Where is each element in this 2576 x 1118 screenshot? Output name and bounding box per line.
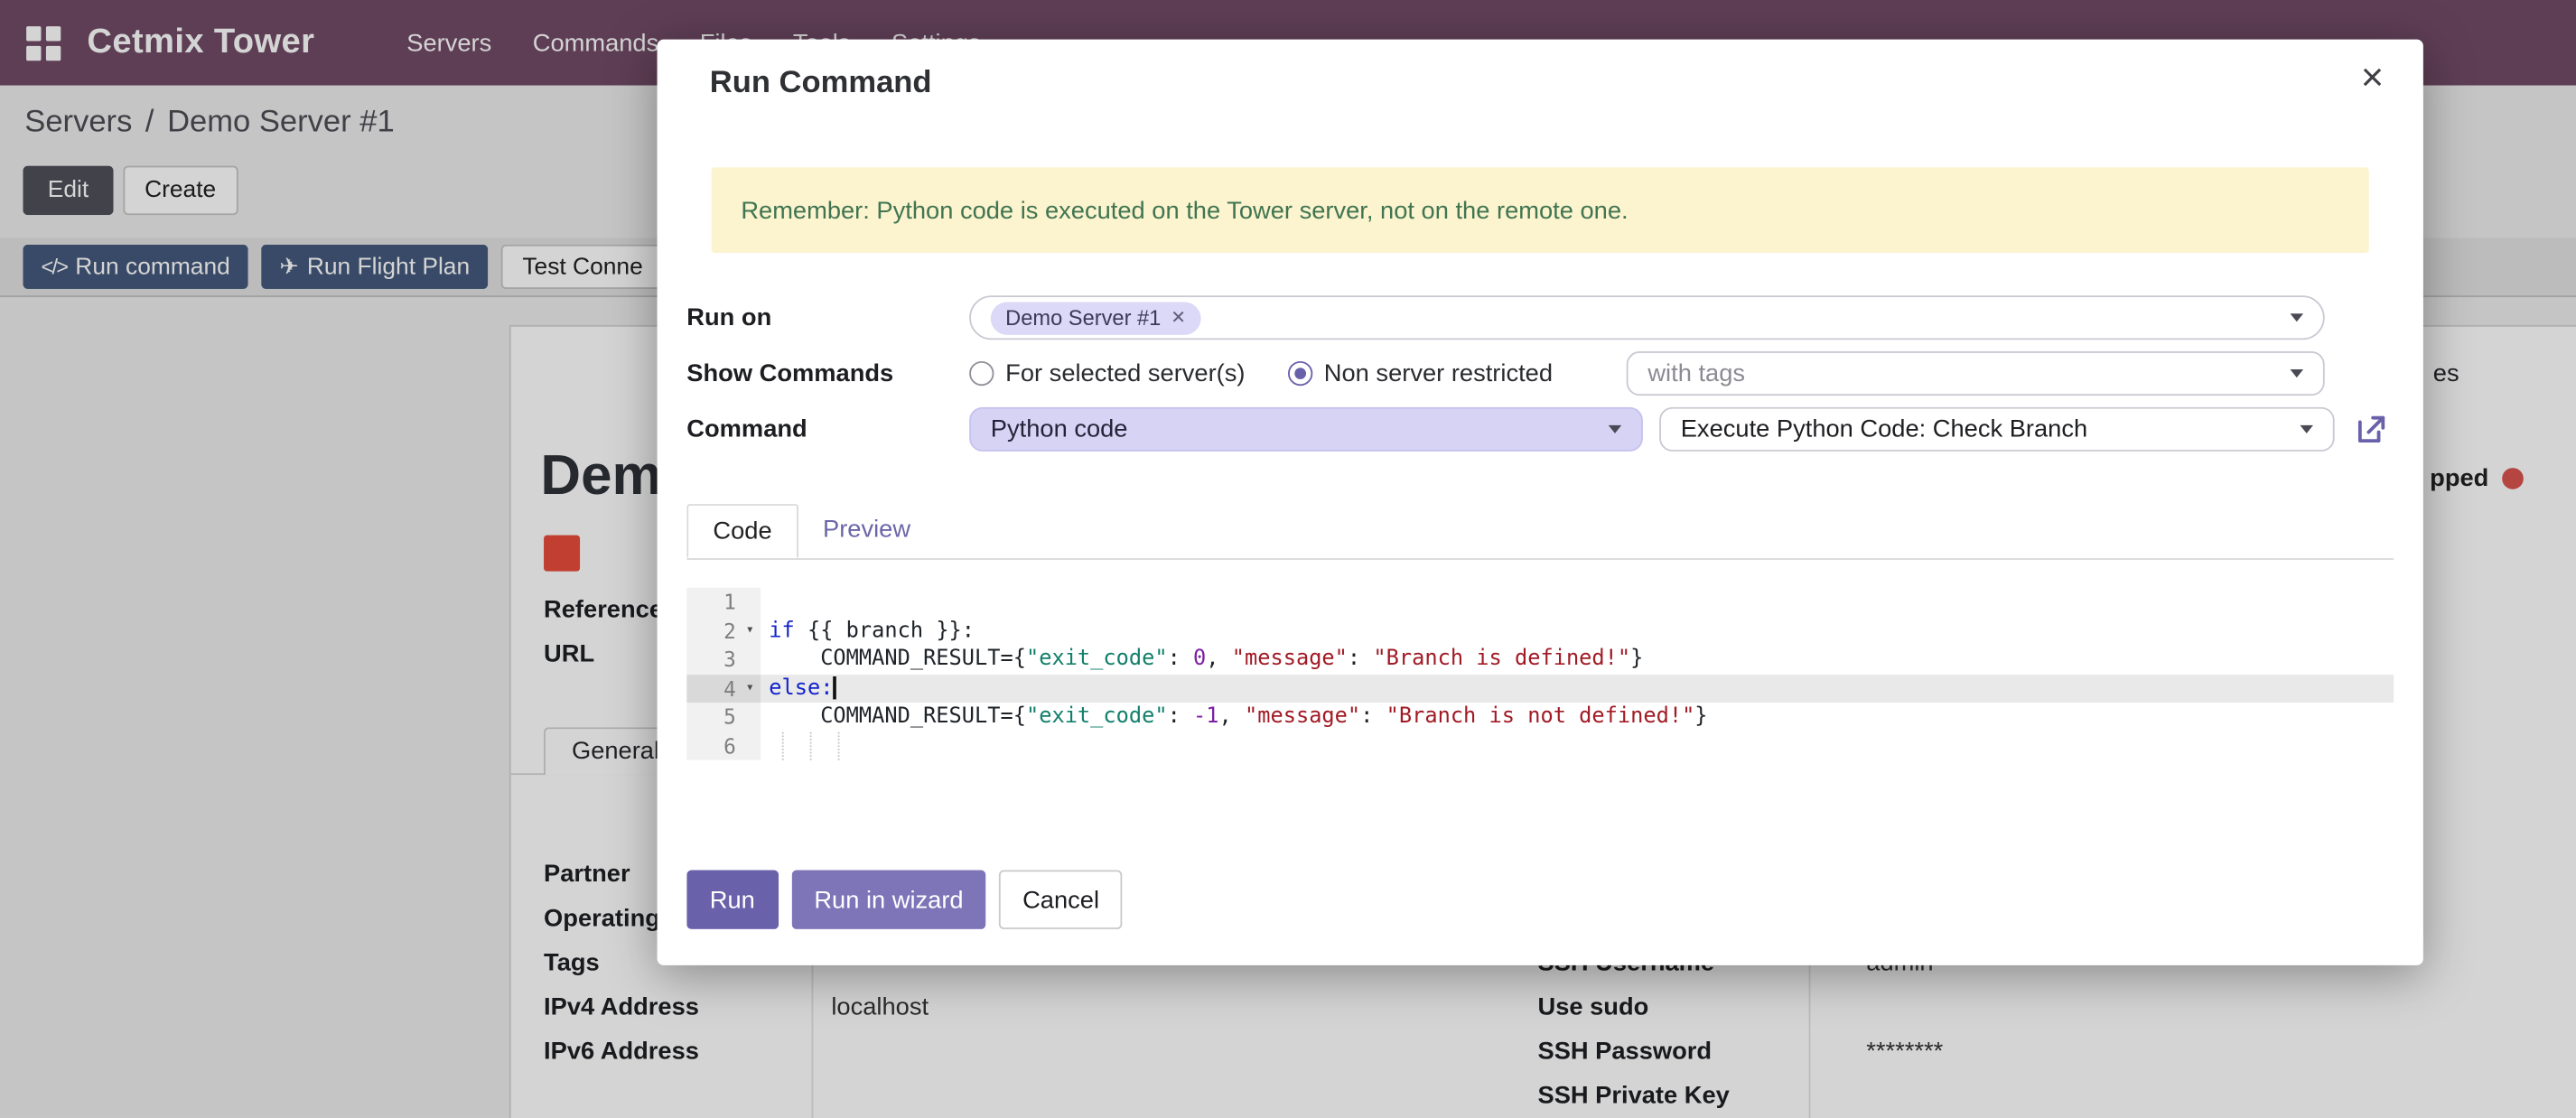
text-cursor (833, 676, 835, 699)
run-button[interactable]: Run (686, 870, 778, 928)
python-warning-alert: Remember: Python code is executed on the… (712, 167, 2369, 253)
chevron-down-icon (1609, 425, 1622, 433)
editor-line: 3 COMMAND_RESULT={"exit_code": 0, "messa… (686, 645, 2394, 674)
editor-line: 2▾if {{ branch }}: (686, 617, 2394, 646)
command-value: Execute Python Code: Check Branch (1681, 415, 2087, 443)
server-tag-label: Demo Server #1 (1005, 305, 1161, 330)
command-select[interactable]: Execute Python Code: Check Branch (1659, 407, 2335, 452)
dialog-title: Run Command (658, 40, 2423, 102)
code-editor[interactable]: 12▾if {{ branch }}:3 COMMAND_RESULT={"ex… (686, 588, 2394, 760)
radio-circle-icon (1288, 361, 1312, 386)
radio-non-server-restricted[interactable]: Non server restricted (1288, 359, 1553, 387)
radio-for-selected-servers[interactable]: For selected server(s) (969, 359, 1245, 387)
editor-line: 4▾else: (686, 674, 2394, 703)
run-on-tags-input[interactable]: Demo Server #1 ✕ (969, 295, 2325, 340)
run-command-form: Run on Demo Server #1 ✕ Show Commands (686, 295, 2394, 452)
command-row: Command Python code Execute Python Code:… (686, 407, 2394, 452)
with-tags-placeholder: with tags (1647, 359, 1745, 387)
editor-line: 6 (686, 731, 2394, 760)
chevron-down-icon (2291, 369, 2304, 377)
dialog-footer: Run Run in wizard Cancel (686, 870, 1122, 928)
editor-line: 5 COMMAND_RESULT={"exit_code": -1, "mess… (686, 703, 2394, 731)
line-number-gutter: 1 (686, 588, 761, 617)
show-commands-label: Show Commands (686, 359, 969, 387)
command-label: Command (686, 415, 969, 443)
radio-circle-icon (969, 361, 994, 386)
server-tag-chip: Demo Server #1 ✕ (991, 302, 1201, 334)
code-editor-lines: 12▾if {{ branch }}:3 COMMAND_RESULT={"ex… (686, 588, 2394, 760)
command-type-select[interactable]: Python code (969, 407, 1643, 452)
run-command-dialog: Run Command × Remember: Python code is e… (658, 40, 2423, 965)
fold-caret-icon[interactable]: ▾ (740, 674, 761, 703)
line-number-gutter: 2▾ (686, 617, 761, 646)
line-number-gutter: 6 (686, 731, 761, 760)
radio-label: Non server restricted (1324, 359, 1553, 387)
line-number-gutter: 3 (686, 645, 761, 674)
run-in-wizard-button[interactable]: Run in wizard (791, 870, 986, 928)
external-link-icon[interactable] (2354, 412, 2394, 446)
with-tags-select[interactable]: with tags (1627, 351, 2325, 396)
show-commands-row: Show Commands For selected server(s) Non… (686, 351, 2394, 396)
editor-tabs: Code Preview (686, 504, 2394, 560)
tab-code[interactable]: Code (686, 504, 798, 558)
line-number-gutter: 4▾ (686, 674, 761, 703)
run-on-label: Run on (686, 303, 969, 331)
fold-caret-icon[interactable]: ▾ (740, 617, 761, 646)
line-number-gutter: 5 (686, 703, 761, 731)
run-on-row: Run on Demo Server #1 ✕ (686, 295, 2394, 340)
cancel-button[interactable]: Cancel (1000, 870, 1123, 928)
screen: Cetmix Tower Servers Commands Files Tool… (0, 0, 2576, 1118)
dialog-body: Remember: Python code is executed on the… (658, 167, 2423, 759)
chevron-down-icon (2300, 425, 2313, 433)
chevron-down-icon[interactable] (2291, 313, 2304, 321)
show-commands-radio-group: For selected server(s) Non server restri… (969, 359, 1627, 387)
remove-tag-icon[interactable]: ✕ (1171, 307, 1186, 329)
tab-preview[interactable]: Preview (798, 504, 936, 558)
close-icon[interactable]: × (2361, 59, 2384, 98)
editor-line: 1 (686, 588, 2394, 617)
radio-label: For selected server(s) (1005, 359, 1245, 387)
command-type-value: Python code (991, 415, 1128, 443)
